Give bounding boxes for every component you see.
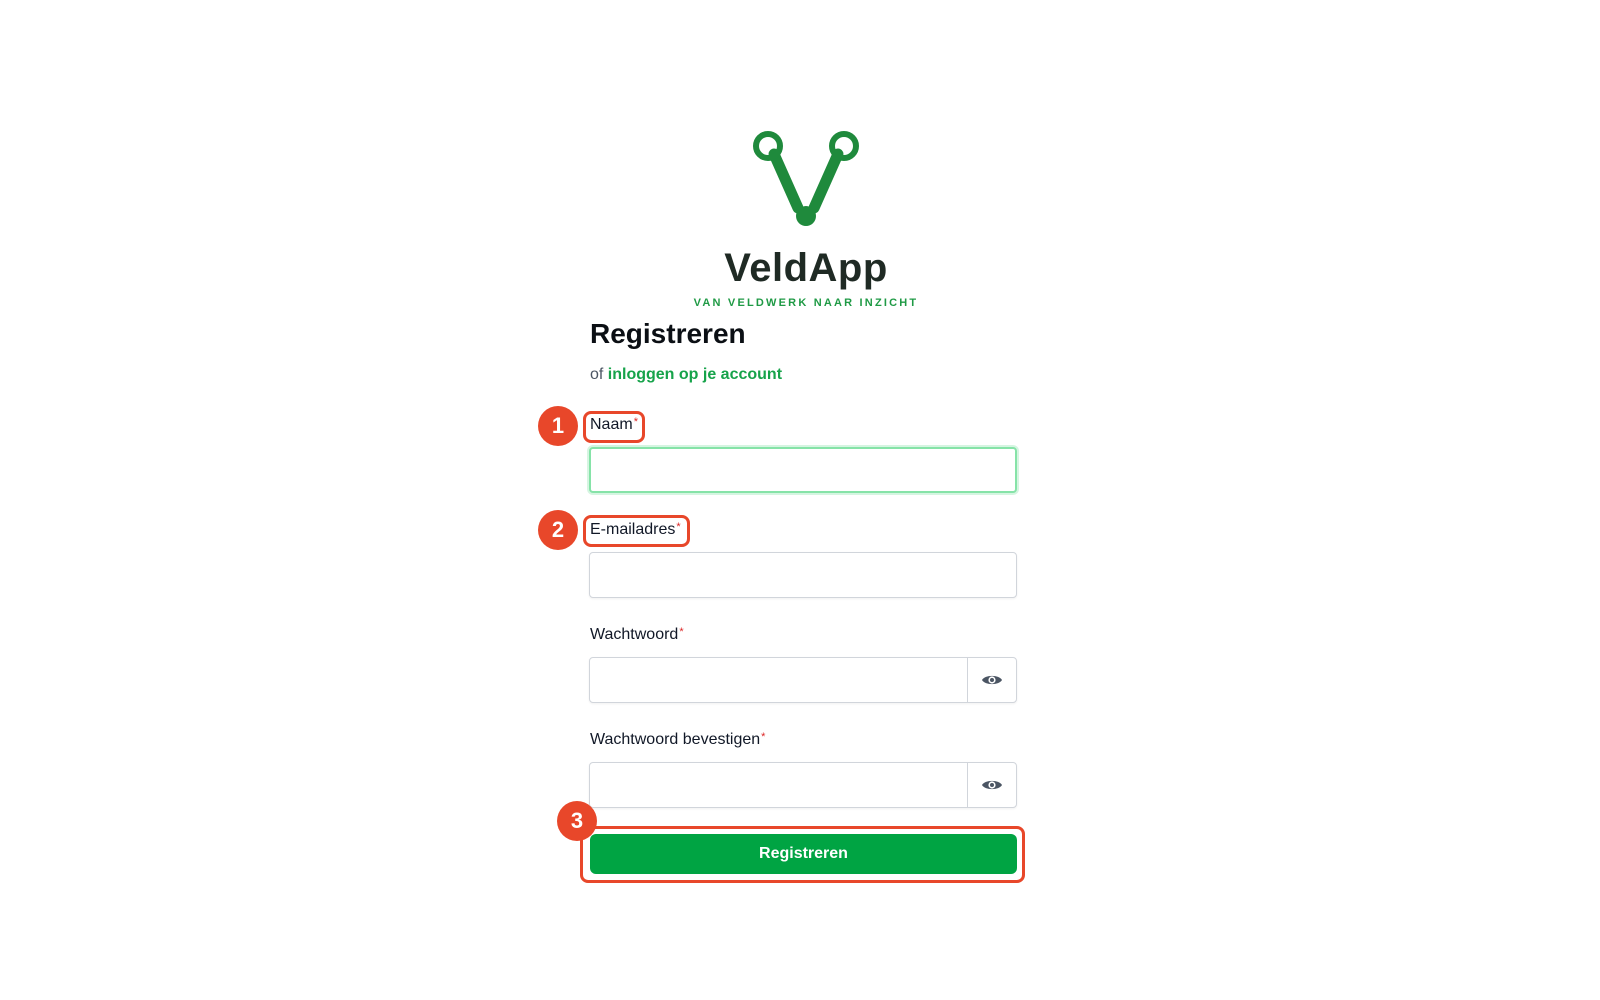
annotation-highlight-register <box>580 826 1025 883</box>
eye-icon <box>982 780 1002 790</box>
email-input[interactable] <box>589 552 1017 598</box>
password-label: Wachtwoord* <box>590 626 684 644</box>
required-asterisk: * <box>761 731 766 743</box>
password-field <box>589 657 1017 703</box>
page-title: Registreren <box>590 318 746 349</box>
annotation-badge-3: 3 <box>557 801 597 841</box>
required-asterisk: * <box>679 626 684 638</box>
annotation-badge-2: 2 <box>538 510 578 550</box>
app-tagline: VAN VELDWERK NAAR INZICHT <box>693 297 919 309</box>
eye-icon <box>982 675 1002 685</box>
password-input[interactable] <box>590 658 967 702</box>
annotation-badge-1: 1 <box>538 406 578 446</box>
password-confirm-label-text: Wachtwoord bevestigen <box>590 731 761 748</box>
password-confirm-input[interactable] <box>590 763 967 807</box>
password-label-text: Wachtwoord <box>590 626 679 643</box>
subtitle-prefix: of <box>590 366 604 383</box>
veldapp-logo <box>753 131 859 226</box>
name-input[interactable] <box>589 447 1017 493</box>
annotation-highlight-email <box>583 515 690 547</box>
toggle-password-confirm-visibility-button[interactable] <box>967 763 1016 807</box>
toggle-password-visibility-button[interactable] <box>967 658 1016 702</box>
app-name: VeldApp <box>724 246 888 290</box>
page-subtitle: of inloggen op je account <box>590 366 782 384</box>
password-confirm-field <box>589 762 1017 808</box>
login-link[interactable]: inloggen op je account <box>608 366 782 383</box>
annotation-highlight-name <box>583 411 645 443</box>
password-confirm-label: Wachtwoord bevestigen* <box>590 731 765 749</box>
